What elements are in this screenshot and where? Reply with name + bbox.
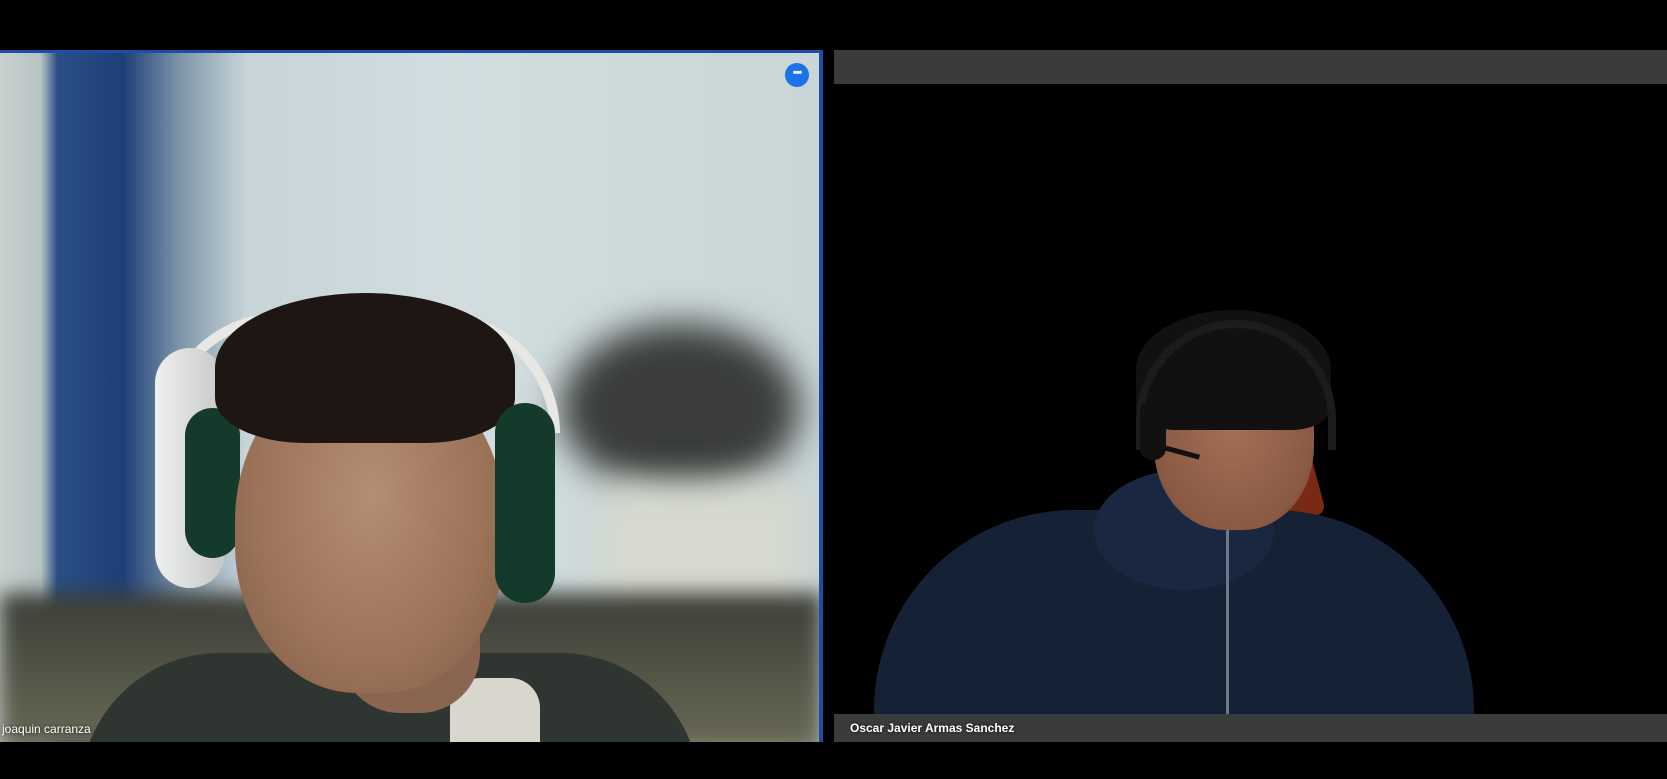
participant-tile-oscar[interactable]: Oscar Javier Armas Sanchez xyxy=(834,50,1667,742)
participant-video-feed xyxy=(874,280,1494,720)
more-horizontal-icon: ••• xyxy=(792,66,803,79)
tile-top-bar xyxy=(834,50,1667,84)
participant-video-feed xyxy=(80,293,700,742)
more-options-button[interactable]: ••• xyxy=(785,63,809,87)
participant-name-label: Oscar Javier Armas Sanchez xyxy=(850,721,1015,735)
participant-tile-joaquin[interactable]: ••• joaquin carranza xyxy=(0,50,823,742)
participant-name-label: joaquin carranza xyxy=(2,722,91,736)
